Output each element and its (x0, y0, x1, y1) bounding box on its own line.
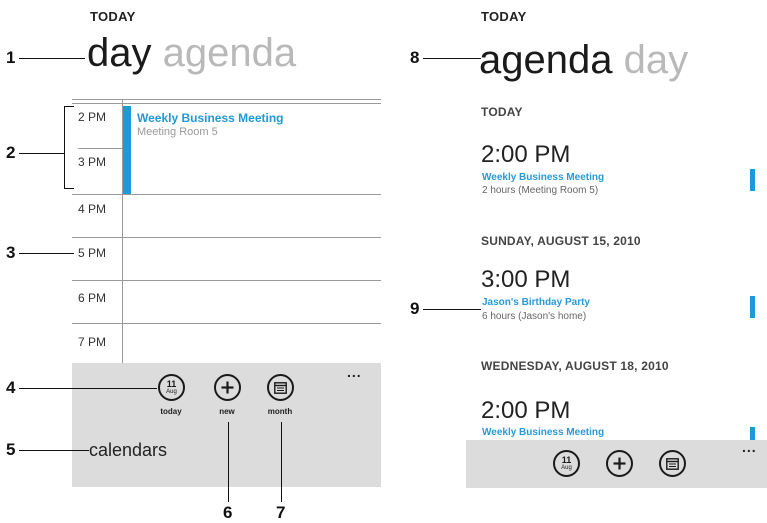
agenda-item-title[interactable]: Weekly Business Meeting (482, 172, 604, 183)
callout-line (19, 153, 64, 154)
calendars-menu-item[interactable]: calendars (89, 440, 167, 461)
callout-3: 3 (6, 243, 16, 262)
callout-5: 5 (6, 440, 16, 459)
today-label: TODAY (481, 9, 527, 24)
callout-line (228, 422, 229, 502)
pivot-header: agenda day (479, 40, 688, 80)
callout-bracket (64, 106, 65, 188)
agenda-section-heading: WEDNESDAY, AUGUST 18, 2010 (481, 359, 669, 373)
pivot-header: day agenda (87, 33, 296, 73)
grid-line (72, 237, 381, 238)
grid-line (72, 323, 381, 324)
new-button[interactable] (214, 374, 241, 401)
callout-7: 7 (276, 503, 286, 522)
month-calendar-icon (274, 381, 287, 394)
callout-line (19, 58, 85, 59)
month-calendar-icon (666, 457, 679, 470)
appointment-color-bar (123, 106, 131, 194)
hour-label: 7 PM (78, 335, 107, 349)
hour-label: 2 PM (78, 110, 107, 124)
plus-icon (613, 457, 626, 470)
today-label: TODAY (90, 9, 136, 24)
callout-6: 6 (223, 503, 233, 522)
month-button[interactable] (267, 374, 294, 401)
pivot-day[interactable]: day (624, 38, 689, 82)
callout-8: 8 (410, 48, 420, 67)
callout-1: 1 (6, 48, 16, 67)
grid-line (72, 194, 381, 195)
new-button-label: new (219, 407, 235, 416)
agenda-item-color-bar (750, 296, 755, 318)
agenda-item-detail: 6 hours (Jason's home) (482, 311, 587, 322)
appointment-location: Meeting Room 5 (137, 126, 218, 138)
agenda-item-title[interactable]: Weekly Business Meeting (482, 427, 604, 438)
pivot-day[interactable]: day (87, 31, 152, 75)
callout-bracket-top (64, 106, 74, 107)
agenda-item-title[interactable]: Jason's Birthday Party (482, 297, 590, 308)
calendar-date-icon: 11 Aug (166, 379, 177, 396)
agenda-month-button[interactable] (659, 450, 686, 477)
grid-top-line (72, 99, 381, 100)
callout-line (281, 422, 282, 502)
pivot-agenda[interactable]: agenda (479, 38, 612, 82)
callout-line (19, 450, 89, 451)
callout-line (19, 253, 74, 254)
hour-label: 6 PM (78, 291, 107, 305)
agenda-item-detail: 2 hours (Meeting Room 5) (482, 185, 599, 196)
calendar-date-icon: 11 Aug (561, 455, 572, 472)
hour-label: 5 PM (78, 246, 107, 260)
agenda-section-heading: SUNDAY, AUGUST 15, 2010 (481, 234, 641, 248)
agenda-item-color-bar (750, 169, 755, 191)
agenda-app-bar-ellipsis[interactable]: ... (742, 439, 757, 455)
callout-4: 4 (6, 378, 16, 397)
app-bar-ellipsis[interactable]: ... (347, 364, 362, 380)
callout-9: 9 (410, 299, 420, 318)
agenda-item-time: 3:00 PM (481, 266, 571, 293)
month-button-label: month (267, 407, 293, 416)
grid-top-line-2 (72, 103, 381, 104)
agenda-new-button[interactable] (606, 450, 633, 477)
callout-2: 2 (6, 143, 16, 162)
hour-label: 4 PM (78, 202, 107, 216)
callout-line (423, 58, 481, 59)
hour-label: 3 PM (78, 155, 107, 169)
agenda-item-time: 2:00 PM (481, 141, 571, 168)
agenda-today-button[interactable]: 11 Aug (553, 450, 580, 477)
appointment-title: Weekly Business Meeting (137, 111, 284, 125)
callout-line (19, 388, 157, 389)
today-button-label: today (160, 407, 182, 416)
callout-line (423, 309, 481, 310)
plus-icon (221, 381, 234, 394)
today-button[interactable]: 11 Aug (158, 374, 185, 401)
pivot-agenda[interactable]: agenda (163, 31, 296, 75)
agenda-section-heading: TODAY (481, 105, 523, 119)
agenda-item-time: 2:00 PM (481, 397, 571, 424)
callout-bracket-bottom (64, 188, 74, 189)
grid-line (72, 280, 381, 281)
grid-line-half (78, 148, 122, 149)
